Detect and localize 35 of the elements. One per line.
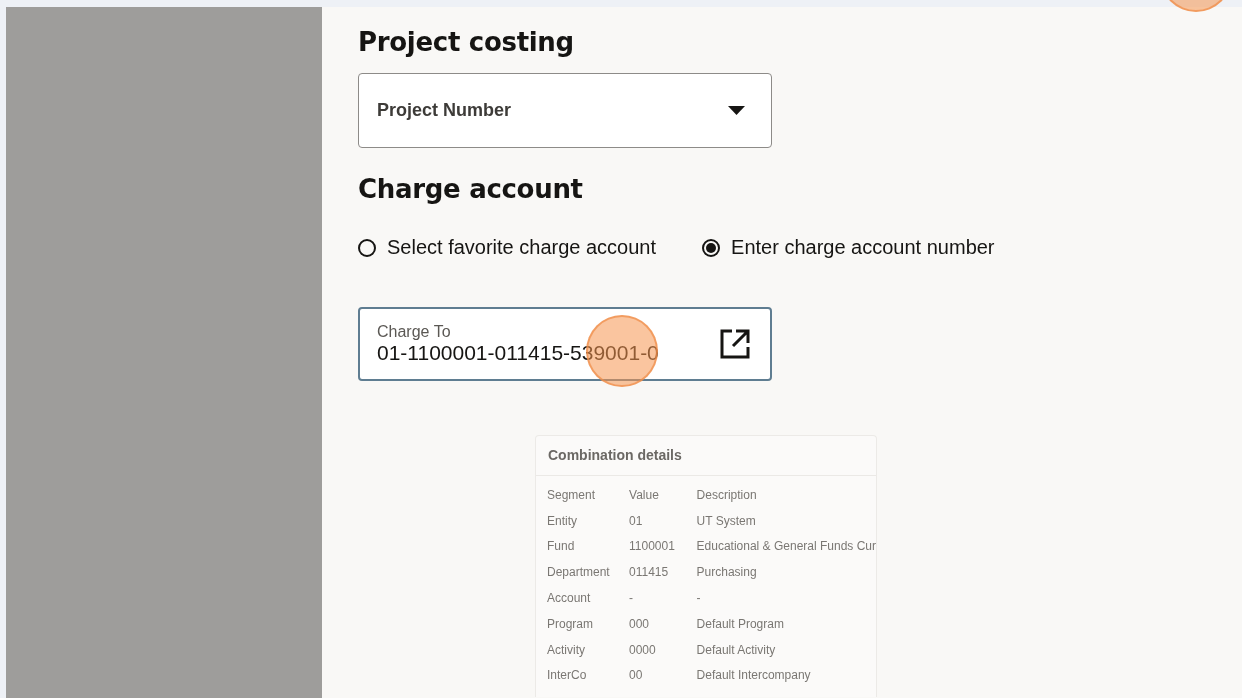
table-cell: 000 bbox=[629, 611, 697, 637]
column-header: Segment bbox=[547, 482, 629, 508]
table-cell: InterCo bbox=[547, 662, 629, 689]
radio-button[interactable] bbox=[358, 238, 376, 257]
field-label: Charge To bbox=[377, 323, 452, 341]
open-link-icon[interactable] bbox=[720, 329, 750, 359]
table-cell: Fund bbox=[547, 533, 629, 560]
table-cell: 1100001 bbox=[629, 533, 697, 560]
table-cell: 011415 bbox=[629, 559, 697, 586]
radio-button[interactable] bbox=[702, 238, 721, 257]
section-heading: Project costing bbox=[358, 27, 574, 57]
project-number-dropdown[interactable]: Project Number bbox=[358, 73, 772, 148]
table-cell: 0000 bbox=[629, 636, 697, 663]
table-cell-text: Default Intercompany bbox=[696, 667, 812, 685]
table-cell-text: - bbox=[696, 590, 702, 608]
column-header: Value bbox=[629, 482, 697, 508]
radio-label[interactable]: Enter charge account number bbox=[731, 236, 995, 259]
table-cell: Activity bbox=[547, 636, 629, 663]
table-cell: 01 bbox=[629, 507, 697, 534]
radio-label[interactable]: Select favorite charge account bbox=[387, 236, 657, 259]
table-cell-text: Default Program bbox=[696, 615, 785, 633]
table-cell-text: Default Activity bbox=[696, 641, 777, 659]
table-cell: Account bbox=[547, 585, 629, 611]
table-cell: - bbox=[629, 585, 697, 611]
table-cell-text: Purchasing bbox=[696, 564, 758, 582]
caret-icon bbox=[728, 106, 745, 115]
table-cell: 00 bbox=[629, 662, 697, 689]
table-cell: Entity bbox=[547, 507, 629, 534]
table-cell: Department bbox=[547, 559, 629, 586]
table-cell-text: Educational & General Funds Cur bbox=[696, 538, 876, 556]
table-cell: Program bbox=[547, 611, 629, 637]
section-heading: Charge account bbox=[358, 174, 583, 204]
column-header: Description bbox=[696, 486, 758, 504]
card-title: Combination details bbox=[536, 436, 876, 476]
table-cell-text: UT System bbox=[696, 512, 757, 530]
